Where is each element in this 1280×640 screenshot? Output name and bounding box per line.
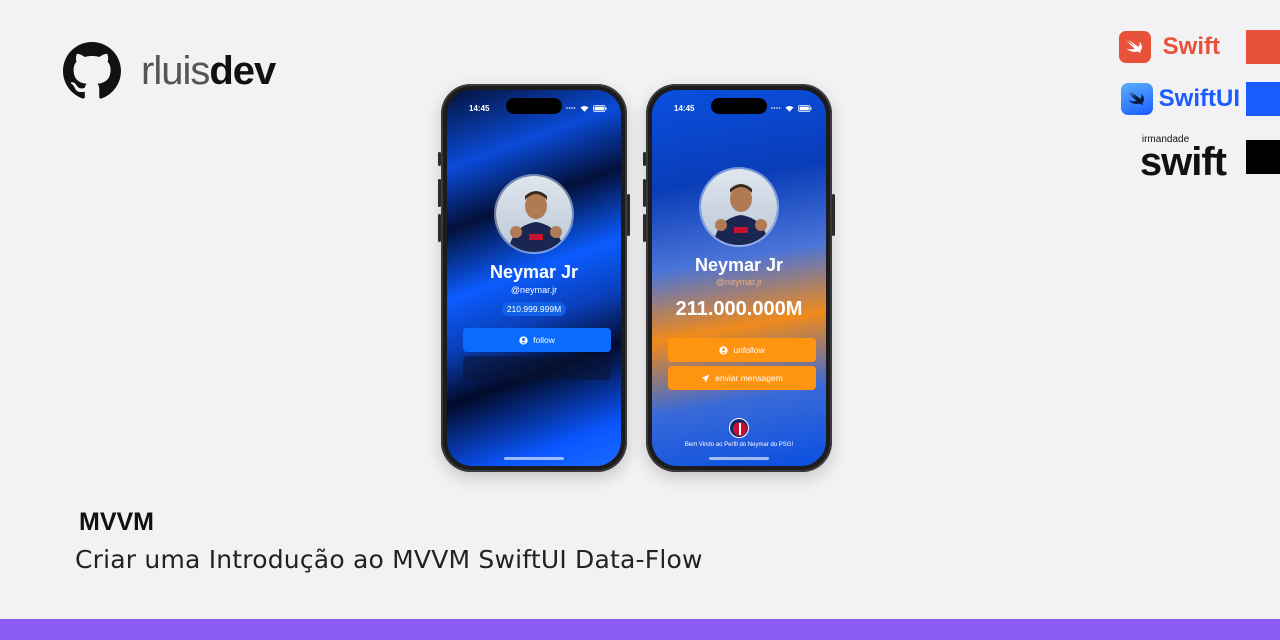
profile-handle: @neymar.jr bbox=[715, 277, 763, 287]
status-bar: 14:45 bbox=[652, 100, 826, 116]
followers-count: 211.000.000M bbox=[675, 298, 803, 320]
cellular-icon bbox=[566, 107, 576, 109]
psg-crest-icon bbox=[729, 418, 749, 438]
profile-name: Neymar Jr bbox=[489, 262, 579, 282]
followers-count: 210.999.999M bbox=[501, 302, 567, 316]
person-icon bbox=[519, 335, 528, 345]
swift-badge: Swift bbox=[1118, 30, 1280, 64]
article-subtitle: Criar uma Introdução ao MVVM SwiftUI Dat… bbox=[75, 545, 703, 574]
swift-bird-icon bbox=[1118, 31, 1151, 63]
status-bar: 14:45 bbox=[447, 100, 621, 116]
message-button-hidden[interactable] bbox=[463, 356, 611, 380]
profile-handle: @neymar.jr bbox=[510, 285, 558, 295]
send-message-label: enviar mensagem bbox=[715, 373, 783, 383]
send-message-button[interactable]: enviar mensagem bbox=[668, 366, 816, 390]
brand-name-bold: dev bbox=[209, 49, 276, 93]
paperplane-icon bbox=[701, 373, 710, 383]
status-time: 14:45 bbox=[469, 103, 490, 113]
irmandade-big-label: swift bbox=[1139, 140, 1227, 184]
battery-icon bbox=[798, 104, 812, 112]
swiftui-badge: SwiftUI bbox=[1120, 82, 1280, 116]
person-icon bbox=[719, 345, 729, 355]
profile-name: Neymar Jr bbox=[694, 255, 784, 275]
phone-mockup-unfollow: 14:45 Neymar Jr @neymar.jr 211.000.000M bbox=[643, 84, 835, 472]
phone-mockup-follow: 14:45 Neymar Jr @neymar.jr 210.999.999M bbox=[438, 84, 630, 472]
follow-button-label: follow bbox=[533, 335, 555, 345]
wifi-icon bbox=[785, 105, 794, 112]
home-indicator bbox=[709, 457, 769, 460]
brand-name-light: rluis bbox=[141, 49, 210, 93]
welcome-footer: Bem Vindo ao Perfil do Neymar do PSG! bbox=[684, 442, 794, 448]
brand-header: rluis dev bbox=[63, 42, 276, 100]
swiftui-color-block bbox=[1246, 82, 1280, 116]
status-time: 14:45 bbox=[674, 103, 695, 113]
cellular-icon bbox=[771, 107, 781, 109]
github-icon[interactable] bbox=[63, 42, 121, 100]
profile-avatar bbox=[699, 167, 779, 247]
profile-avatar bbox=[494, 174, 574, 254]
unfollow-button-label: unfollow bbox=[733, 345, 765, 355]
brand-name: rluis dev bbox=[141, 49, 276, 93]
phone-screen: 14:45 Neymar Jr @neymar.jr 210.999.999M bbox=[447, 90, 621, 466]
follow-button[interactable]: follow bbox=[463, 328, 611, 352]
swiftui-bird-icon bbox=[1120, 83, 1153, 115]
swiftui-label: SwiftUI bbox=[1158, 85, 1240, 112]
irmandade-color-block bbox=[1246, 139, 1280, 174]
battery-icon bbox=[593, 104, 607, 112]
unfollow-button[interactable]: unfollow bbox=[668, 338, 816, 362]
phone-screen: 14:45 Neymar Jr @neymar.jr 211.000.000M bbox=[652, 90, 826, 466]
swift-label: Swift bbox=[1162, 33, 1220, 60]
article-title: MVVM bbox=[79, 508, 154, 536]
irmandade-swift-badge: irmandade swift bbox=[1139, 134, 1280, 184]
swift-color-block bbox=[1246, 30, 1280, 64]
wifi-icon bbox=[580, 105, 589, 112]
home-indicator bbox=[504, 457, 564, 460]
bottom-accent-bar bbox=[0, 619, 1280, 640]
